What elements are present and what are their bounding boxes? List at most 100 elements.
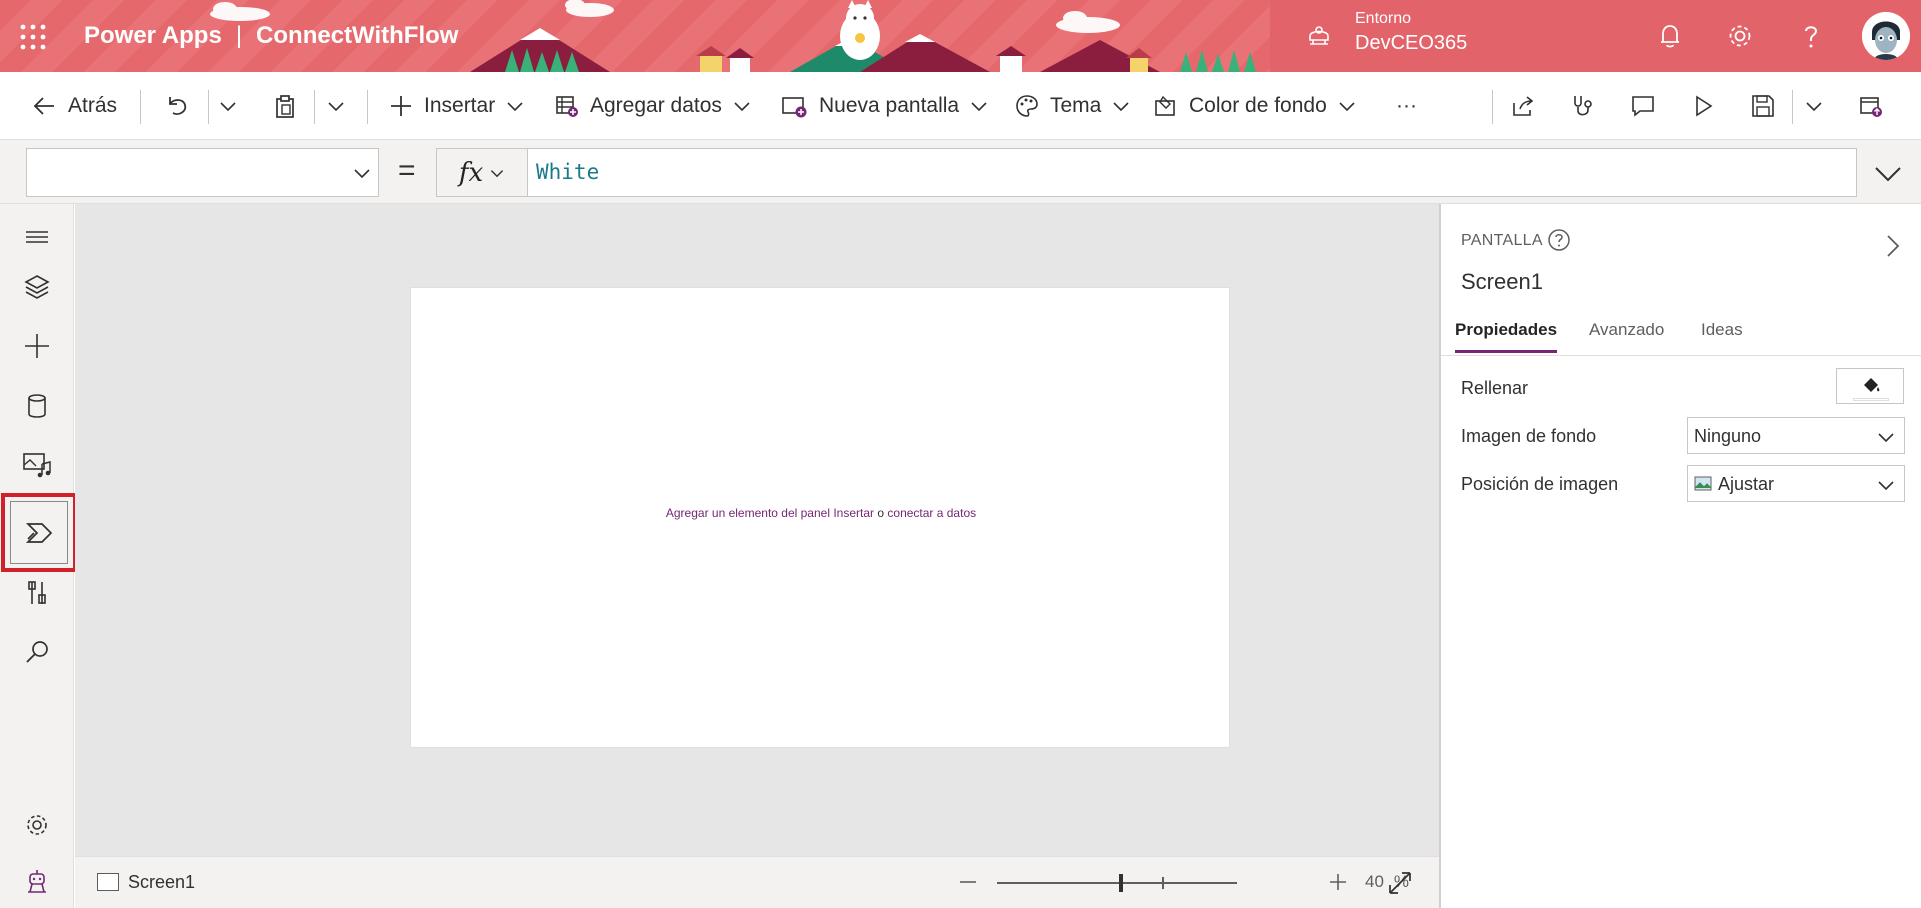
zoom-slider[interactable] — [997, 873, 1315, 893]
rail-data[interactable] — [16, 385, 58, 427]
add-data-button[interactable]: Agregar datos — [554, 72, 752, 140]
image-position-label: Posición de imagen — [1461, 474, 1619, 494]
rail-virtual-agent[interactable] — [16, 861, 58, 903]
media-icon — [23, 453, 51, 478]
hamburger-icon — [26, 231, 48, 243]
chevron-down-icon — [507, 102, 523, 112]
chevron-down-icon — [328, 102, 344, 112]
share-icon — [1513, 96, 1534, 116]
more-label: ··· — [1396, 94, 1417, 117]
formula-expand-chevron-icon[interactable] — [1872, 158, 1904, 190]
zoom-in-plus-icon[interactable] — [1323, 867, 1353, 897]
comments-button[interactable] — [1630, 72, 1656, 140]
app-header: Power Apps | ConnectWithFlow Entorno DevCE… — [0, 0, 1921, 72]
background-image-dropdown[interactable]: Ninguno — [1687, 417, 1905, 454]
power-automate-icon — [25, 523, 53, 543]
app-screen-canvas[interactable]: Agregar un elemento del panel Insertar o… — [410, 287, 1230, 748]
help-question-icon[interactable] — [1795, 20, 1827, 52]
image-position-value: Ajustar — [1718, 474, 1775, 494]
table-add-icon — [556, 96, 578, 117]
chevron-down-icon — [491, 169, 504, 177]
back-button[interactable]: Atrás — [32, 72, 117, 140]
rail-search[interactable] — [16, 631, 58, 673]
hint-connect-link[interactable]: conectar a datos — [887, 506, 976, 520]
chevron-down-icon — [734, 102, 750, 112]
insert-button[interactable]: Insertar — [388, 72, 525, 140]
plus-icon — [25, 334, 49, 358]
panel-kind-label: PANTALLA — [1461, 232, 1543, 249]
hint-insert-link[interactable]: Agregar un elemento del panel Insertar — [666, 506, 874, 520]
help-circle-icon[interactable] — [1547, 228, 1571, 252]
rail-power-automate[interactable] — [10, 501, 68, 564]
panel-tabs: Propiedades Avanzado Ideas — [1441, 310, 1921, 356]
save-button[interactable] — [1750, 72, 1776, 140]
property-dropdown[interactable] — [26, 148, 379, 197]
hamburger-menu-button[interactable] — [16, 216, 58, 258]
stethoscope-icon — [1574, 96, 1592, 116]
screen-selector-icon[interactable] — [97, 873, 119, 891]
chevron-down-icon — [1113, 102, 1129, 112]
toolbar-divider — [314, 90, 315, 124]
settings-gear-icon[interactable] — [1724, 20, 1756, 52]
formula-bar: = fx White — [0, 140, 1921, 204]
image-position-dropdown[interactable]: Ajustar — [1687, 465, 1905, 502]
add-data-label: Agregar datos — [590, 94, 722, 117]
zoom-out-minus-icon[interactable] — [953, 867, 983, 897]
image-icon — [1694, 476, 1712, 491]
status-bar: Screen1 40% — [75, 856, 1439, 908]
app-launcher-icon[interactable] — [18, 22, 48, 52]
collapse-panel-chevron-icon[interactable] — [1879, 232, 1907, 260]
background-color-label: Color de fondo — [1189, 94, 1327, 117]
formula-input[interactable]: White — [527, 148, 1857, 197]
theme-label: Tema — [1050, 94, 1102, 117]
environment-name[interactable]: DevCEO365 — [1355, 32, 1467, 55]
environment-icon — [1309, 26, 1329, 45]
fill-color-picker[interactable] — [1836, 368, 1904, 404]
rail-settings[interactable] — [16, 804, 58, 846]
undo-icon — [169, 97, 187, 115]
fit-to-window-icon[interactable] — [1384, 867, 1416, 899]
more-commands-button[interactable]: ··· — [1396, 72, 1417, 140]
save-dropdown-button[interactable] — [1804, 72, 1824, 140]
undo-button[interactable] — [164, 72, 190, 140]
arrow-left-icon — [33, 97, 54, 115]
publish-icon — [1860, 97, 1882, 117]
new-screen-label: Nueva pantalla — [819, 94, 960, 117]
equals-sign: = — [398, 154, 416, 187]
publish-button[interactable] — [1858, 72, 1884, 140]
chevron-down-icon — [1339, 102, 1355, 112]
theme-button[interactable]: Tema — [1014, 72, 1131, 140]
rail-media[interactable] — [16, 444, 58, 486]
tab-propiedades[interactable]: Propiedades — [1455, 320, 1558, 353]
rail-tree-view[interactable] — [16, 266, 58, 308]
toolbar-divider — [1792, 90, 1793, 124]
chevron-down-icon — [971, 102, 987, 112]
insert-label: Insertar — [424, 94, 496, 117]
screen-selector-label[interactable]: Screen1 — [128, 872, 195, 893]
search-icon — [26, 641, 48, 663]
panel-title[interactable]: Screen1 — [1461, 269, 1543, 295]
comment-icon — [1632, 96, 1654, 117]
product-name[interactable]: Power Apps — [84, 22, 222, 49]
background-color-button[interactable]: Color de fondo — [1153, 72, 1357, 140]
new-screen-button[interactable]: Nueva pantalla — [781, 72, 989, 140]
rail-insert[interactable] — [16, 325, 58, 367]
rail-advanced-tools[interactable] — [16, 572, 58, 614]
zoom-number: 40 — [1365, 872, 1384, 891]
paste-button[interactable] — [272, 72, 298, 140]
paste-dropdown-button[interactable] — [326, 72, 346, 140]
share-button[interactable] — [1510, 72, 1536, 140]
background-image-value: Ninguno — [1694, 426, 1762, 446]
app-checker-button[interactable] — [1570, 72, 1596, 140]
canvas-area: Agregar un elemento del panel Insertar o… — [75, 204, 1439, 856]
preview-play-button[interactable] — [1690, 72, 1716, 140]
title-separator: | — [235, 22, 243, 49]
notifications-bell-icon[interactable] — [1654, 20, 1686, 52]
user-avatar[interactable] — [1862, 12, 1910, 60]
tab-avanzado[interactable]: Avanzado — [1589, 320, 1664, 350]
function-button[interactable]: fx — [436, 148, 528, 197]
tools-icon — [28, 581, 46, 604]
tab-ideas[interactable]: Ideas — [1701, 320, 1743, 350]
undo-dropdown-button[interactable] — [218, 72, 238, 140]
app-name[interactable]: ConnectWithFlow — [256, 22, 458, 49]
